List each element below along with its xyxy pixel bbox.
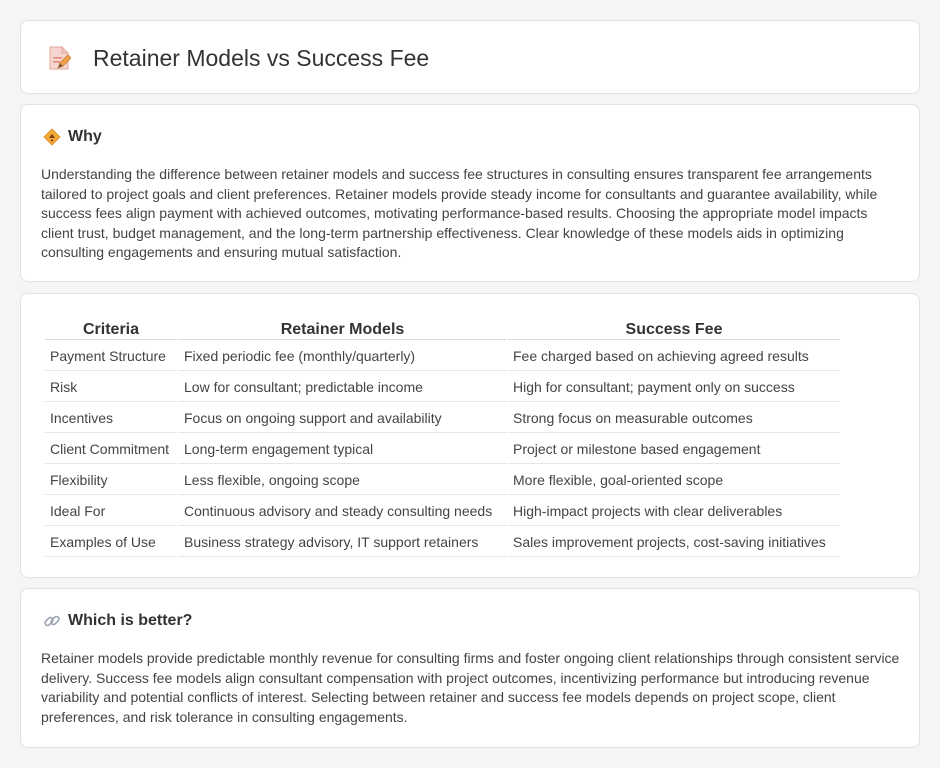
table-row: Ideal For Continuous advisory and steady… <box>45 497 840 526</box>
cell-retainer: Continuous advisory and steady consultin… <box>179 497 506 526</box>
cell-retainer: Long-term engagement typical <box>179 435 506 464</box>
cell-success-fee: Project or milestone based engagement <box>508 435 840 464</box>
why-card: Why Understanding the difference between… <box>20 104 920 282</box>
cell-criteria: Client Commitment <box>45 435 177 464</box>
cell-retainer: Fixed periodic fee (monthly/quarterly) <box>179 342 506 371</box>
comparison-table: Criteria Retainer Models Success Fee Pay… <box>43 316 842 559</box>
header-success-fee: Success Fee <box>508 318 840 340</box>
title-card: Retainer Models vs Success Fee <box>20 20 920 94</box>
cell-criteria: Examples of Use <box>45 528 177 557</box>
table-row: Examples of Use Business strategy adviso… <box>45 528 840 557</box>
link-icon <box>44 615 60 627</box>
title-row: Retainer Models vs Success Fee <box>47 43 429 73</box>
cell-criteria: Incentives <box>45 404 177 433</box>
which-better-body: Retainer models provide predictable mont… <box>41 650 900 725</box>
cell-success-fee: High-impact projects with clear delivera… <box>508 497 840 526</box>
cell-success-fee: High for consultant; payment only on suc… <box>508 373 840 402</box>
cell-retainer: Business strategy advisory, IT support r… <box>179 528 506 557</box>
comparison-card: Criteria Retainer Models Success Fee Pay… <box>20 293 920 578</box>
table-row: Flexibility Less flexible, ongoing scope… <box>45 466 840 495</box>
table-row: Incentives Focus on ongoing support and … <box>45 404 840 433</box>
header-criteria: Criteria <box>45 318 177 340</box>
table-row: Payment Structure Fixed periodic fee (mo… <box>45 342 840 371</box>
cell-retainer: Less flexible, ongoing scope <box>179 466 506 495</box>
cell-success-fee: Fee charged based on achieving agreed re… <box>508 342 840 371</box>
page-title: Retainer Models vs Success Fee <box>93 45 430 71</box>
cell-success-fee: Strong focus on measurable outcomes <box>508 404 840 433</box>
cell-criteria: Ideal For <box>45 497 177 526</box>
which-better-title: Which is better? <box>68 612 193 629</box>
cell-criteria: Risk <box>45 373 177 402</box>
cell-criteria: Flexibility <box>45 466 177 495</box>
which-better-heading: Which is better? <box>43 611 192 631</box>
cell-success-fee: More flexible, goal-oriented scope <box>508 466 840 495</box>
which-better-card: Which is better? Retainer models provide… <box>20 588 920 748</box>
diamond-warning-icon <box>43 128 61 146</box>
why-heading: Why <box>43 127 102 147</box>
edit-document-icon <box>49 46 71 70</box>
cell-retainer: Low for consultant; predictable income <box>179 373 506 402</box>
header-retainer: Retainer Models <box>179 318 506 340</box>
why-body: Understanding the difference between ret… <box>41 166 878 260</box>
cell-success-fee: Sales improvement projects, cost-saving … <box>508 528 840 557</box>
table-row: Client Commitment Long-term engagement t… <box>45 435 840 464</box>
why-title: Why <box>68 128 102 145</box>
cell-criteria: Payment Structure <box>45 342 177 371</box>
cell-retainer: Focus on ongoing support and availabilit… <box>179 404 506 433</box>
table-header-row: Criteria Retainer Models Success Fee <box>45 318 840 340</box>
table-row: Risk Low for consultant; predictable inc… <box>45 373 840 402</box>
